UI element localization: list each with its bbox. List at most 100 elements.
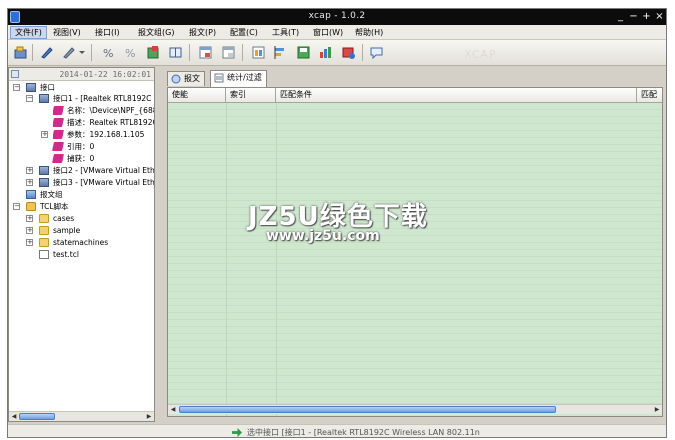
tree-item-captures[interactable]: 捕获：0 (52, 153, 154, 164)
scroll-right-icon[interactable]: ▶ (653, 406, 661, 414)
capture-icon[interactable] (13, 45, 28, 60)
tree-item-label: 描述：Realtek RTL8192C (67, 118, 154, 127)
column-divider (226, 103, 227, 416)
add-window-icon[interactable] (198, 45, 213, 60)
scroll-right-icon[interactable]: ▶ (145, 413, 153, 421)
grid-window-icon[interactable] (251, 45, 266, 60)
scroll-thumb[interactable] (19, 413, 55, 420)
tree-toggle[interactable]: + (41, 131, 48, 138)
main-panel: 报文 统计/过滤 使能 索引 匹配条件 匹配 ◀ ▶ (163, 67, 666, 422)
tree-item-label: 接口 (40, 83, 55, 92)
tree-toggle[interactable]: + (26, 239, 33, 246)
scroll-left-icon[interactable]: ◀ (10, 413, 18, 421)
tree-item-label: 引用：0 (67, 142, 95, 151)
restore-down-icon[interactable]: _ (614, 10, 627, 23)
remove-window-icon[interactable] (221, 45, 236, 60)
tree-item-name[interactable]: 名称：\Device\NPF_{688 (53, 105, 154, 116)
tree-item-test-tcl[interactable]: test.tcl (39, 249, 149, 260)
property-icon (53, 118, 64, 127)
pin-icon[interactable] (11, 70, 19, 78)
panel-splitter[interactable] (155, 67, 162, 422)
menu-window[interactable]: 窗口(W) (309, 26, 347, 39)
tree-item-params[interactable]: 参数：192.168.1.105 (53, 129, 154, 140)
tree-item-interface-3[interactable]: 接口3 - [VMware Virtual Ethe (39, 177, 154, 188)
tree-item-sample[interactable]: sample (39, 225, 149, 236)
pencil-icon[interactable] (39, 45, 54, 60)
menu-help[interactable]: 帮助(H) (351, 26, 387, 39)
align-icon[interactable] (273, 45, 288, 60)
scroll-left-icon[interactable]: ◀ (169, 406, 177, 414)
tree-item-statemachines[interactable]: statemachines (39, 237, 149, 248)
tab-label: 报文 (184, 74, 200, 83)
tree-toggle[interactable]: − (13, 203, 20, 210)
tree-item-refs[interactable]: 引用：0 (52, 141, 154, 152)
table-horizontal-scrollbar[interactable]: ◀ ▶ (168, 404, 662, 414)
save-icon[interactable] (296, 45, 311, 60)
menu-view[interactable]: 视图(V) (49, 26, 85, 39)
tree-item-label: 报文组 (40, 190, 63, 199)
tree-item-tcl-scripts[interactable]: TCL脚本 (26, 201, 146, 212)
tree-toggle[interactable]: − (13, 84, 20, 91)
bar-chart-icon[interactable] (318, 45, 333, 60)
interface-tree-panel: 2014-01-22 16:02:01 − 接口 − 接口1 - [Realte… (8, 67, 155, 422)
close-button[interactable]: × (653, 10, 666, 23)
percent-icon[interactable]: % (101, 45, 116, 60)
packet-group-icon (26, 190, 36, 199)
filter-table[interactable]: 使能 索引 匹配条件 匹配 ◀ ▶ (167, 87, 663, 417)
book-icon[interactable] (168, 45, 183, 60)
menu-bar: 文件(F) 视图(V) 接口(I) 报文组(G) 报文(P) 配置(C) 工具(… (8, 25, 666, 40)
menu-tools[interactable]: 工具(T) (268, 26, 303, 39)
title-bar[interactable]: xcap - 1.0.2 _ − + × (8, 9, 666, 25)
column-header-match[interactable]: 匹配 (637, 88, 662, 103)
tree-item-cases[interactable]: cases (39, 213, 149, 224)
svg-text:%: % (125, 47, 135, 60)
toolbar: % % XCAP (8, 40, 666, 66)
table-header: 使能 索引 匹配条件 匹配 (168, 88, 662, 103)
stats-tab-icon (214, 73, 224, 83)
menu-packet-group[interactable]: 报文组(G) (134, 26, 178, 39)
file-icon (39, 250, 49, 259)
tree-item-interface-2[interactable]: 接口2 - [VMware Virtual Ethe (39, 165, 154, 176)
tab-packets[interactable]: 报文 (167, 71, 205, 86)
tree-item-label: test.tcl (53, 250, 79, 259)
minimize-button[interactable]: − (627, 10, 640, 23)
tree-horizontal-scrollbar[interactable]: ◀ ▶ (9, 411, 154, 421)
status-bar: 选中接口 [接口1 - [Realtek RTL8192C Wireless L… (8, 424, 666, 437)
pencil-edit-icon[interactable] (61, 45, 76, 60)
tree-item-interface-1[interactable]: 接口1 - [Realtek RTL8192C V (39, 93, 154, 104)
tree-item-description[interactable]: 描述：Realtek RTL8192C (53, 117, 154, 128)
record-icon[interactable] (341, 45, 356, 60)
tcl-script-icon (26, 202, 36, 211)
tree-item-interfaces[interactable]: 接口 (26, 82, 146, 93)
tree-item-label: TCL脚本 (40, 202, 69, 211)
nic-icon (39, 178, 49, 187)
tab-statistics-filter[interactable]: 统计/过滤 (210, 70, 267, 87)
svg-text:%: % (103, 47, 113, 60)
menu-file[interactable]: 文件(F) (10, 26, 47, 39)
tree-toggle[interactable]: + (26, 215, 33, 222)
property-icon (53, 106, 64, 115)
export-icon[interactable] (146, 45, 161, 60)
scroll-thumb[interactable] (179, 406, 556, 413)
column-header-enable[interactable]: 使能 (168, 88, 226, 103)
column-header-match-condition[interactable]: 匹配条件 (276, 88, 637, 103)
menu-config[interactable]: 配置(C) (226, 26, 262, 39)
maximize-button[interactable]: + (640, 10, 653, 23)
percent-filter-icon[interactable]: % (123, 45, 138, 60)
menu-interface[interactable]: 接口(I) (91, 26, 124, 39)
column-header-index[interactable]: 索引 (226, 88, 276, 103)
tree-toggle[interactable]: + (26, 167, 33, 174)
menu-packet[interactable]: 报文(P) (185, 26, 220, 39)
chat-icon[interactable] (369, 45, 384, 60)
table-body (168, 103, 662, 416)
tree-item-label: 接口2 - [VMware Virtual Ethe (53, 166, 154, 175)
packet-tab-icon (171, 74, 181, 84)
tree-toggle[interactable]: + (26, 179, 33, 186)
tree-toggle[interactable]: − (26, 95, 33, 102)
nic-icon (26, 83, 36, 92)
tree-item-packet-groups[interactable]: 报文组 (26, 189, 146, 200)
tree-item-label: 接口3 - [VMware Virtual Ethe (53, 178, 154, 187)
tree-toggle[interactable]: + (26, 227, 33, 234)
chevron-down-icon[interactable] (79, 51, 85, 54)
tree-item-label: 名称：\Device\NPF_{688 (67, 106, 154, 115)
